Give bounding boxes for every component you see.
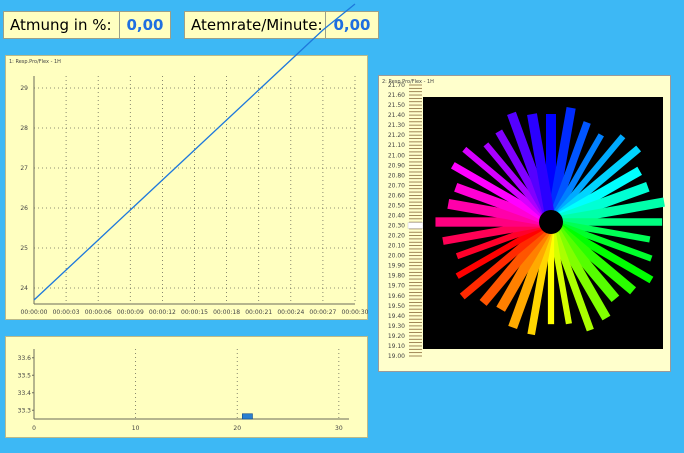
wheel-panel[interactable]: 2: Resp.Pro/Flex - 1H 21.70 21.60 21.50 21.… xyxy=(378,75,671,372)
scale-tick-label: 20.20 xyxy=(388,233,405,240)
scale-tick-label: 21.00 xyxy=(388,152,405,159)
scale-tick-label: 20.60 xyxy=(388,192,405,199)
rate-value: 0,00 xyxy=(325,12,378,38)
x-tick-label: 00:00:06 xyxy=(85,309,112,316)
y-tick-label: 33.5 xyxy=(18,372,32,379)
line-chart: 29 28 27 26 25 24 00:00:00 00:00:03 00:00:06 00:0… xyxy=(20,3,369,316)
rate-readout: Atemrate/Minute: 0,00 xyxy=(184,11,379,39)
color-wheel-display xyxy=(423,97,665,349)
wheel-hub xyxy=(539,210,563,234)
scale-tick-label: 19.00 xyxy=(388,353,405,360)
x-tick-label: 10 xyxy=(132,425,140,432)
x-tick-label: 30 xyxy=(335,425,343,432)
scale-tick-label: 19.10 xyxy=(388,343,405,350)
x-tick-label: 00:00:30 xyxy=(342,309,369,316)
x-tick-label: 00:00:15 xyxy=(181,309,208,316)
scale-tick-label: 21.20 xyxy=(388,132,405,139)
y-tick-label: 24 xyxy=(20,285,28,292)
scale-tick-label: 20.40 xyxy=(388,212,405,219)
scale-tick-label: 19.90 xyxy=(388,263,405,270)
scale-tick-label: 20.10 xyxy=(388,243,405,250)
line-chart-panel[interactable]: 1: Resp.Pro/Flex - 1H 29 28 27 26 25 24 00:00:… xyxy=(5,3,369,320)
y-tick-label: 33.4 xyxy=(18,390,32,397)
y-tick-label: 25 xyxy=(20,245,28,252)
scale-tick-label: 19.40 xyxy=(388,313,405,320)
scale-tick-label: 21.10 xyxy=(388,142,405,149)
x-tick-label: 20 xyxy=(233,425,241,432)
scale-tick-label: 21.30 xyxy=(388,122,405,129)
x-tick-label: 00:00:24 xyxy=(277,309,304,316)
histogram-chart: 33.6 33.5 33.4 33.3 0 10 20 30 xyxy=(18,349,349,432)
x-tick-label: 00:00:27 xyxy=(309,309,336,316)
scale-tick-label: 19.60 xyxy=(388,293,405,300)
scale-tick-label: 20.50 xyxy=(388,202,405,209)
x-tick-label: 00:00:00 xyxy=(21,309,48,316)
scale-tick-label: 20.70 xyxy=(388,182,405,189)
scale-tick-label: 20.00 xyxy=(388,253,405,260)
scale-tick-label: 20.90 xyxy=(388,162,405,169)
scale-tick-label: 20.30 xyxy=(388,223,405,230)
scale-tick-label: 19.30 xyxy=(388,323,405,330)
scale-tick-label: 21.60 xyxy=(388,92,405,99)
scale-tick-label: 21.40 xyxy=(388,112,405,119)
scale-tick-label: 19.70 xyxy=(388,283,405,290)
x-tick-label: 00:00:12 xyxy=(149,309,176,316)
x-tick-label: 00:00:03 xyxy=(53,309,80,316)
scale-tick-label: 20.80 xyxy=(388,172,405,179)
scale-tick-label: 21.70 xyxy=(388,82,405,89)
y-tick-label: 26 xyxy=(20,205,28,212)
scale-tick-label: 19.20 xyxy=(388,333,405,340)
scale-marker xyxy=(407,222,424,229)
histogram-panel[interactable]: 33.6 33.5 33.4 33.3 0 10 20 30 xyxy=(5,336,368,438)
scale-tick-label: 19.80 xyxy=(388,273,405,280)
y-tick-label: 33.6 xyxy=(18,355,32,362)
y-tick-label: 33.3 xyxy=(18,407,32,414)
x-tick-label: 00:00:18 xyxy=(213,309,240,316)
breathing-value: 0,00 xyxy=(119,12,170,38)
color-wheel xyxy=(435,107,665,336)
scale-tick-label: 21.50 xyxy=(388,102,405,109)
y-tick-label: 29 xyxy=(20,85,28,92)
histogram-bar xyxy=(242,413,253,420)
breathing-label: Atmung in %: xyxy=(10,16,112,34)
x-tick-label: 0 xyxy=(32,425,36,432)
scale-tick-label: 19.50 xyxy=(388,303,405,310)
value-scale: 21.70 21.60 21.50 21.40 21.30 21.20 21.10 21.00… xyxy=(388,82,424,360)
y-tick-label: 28 xyxy=(20,125,28,132)
breathing-readout: Atmung in %: 0,00 xyxy=(3,11,171,39)
rate-label: Atemrate/Minute: xyxy=(191,16,323,34)
x-tick-label: 00:00:09 xyxy=(117,309,144,316)
x-tick-label: 00:00:21 xyxy=(245,309,272,316)
y-tick-label: 27 xyxy=(20,165,28,172)
